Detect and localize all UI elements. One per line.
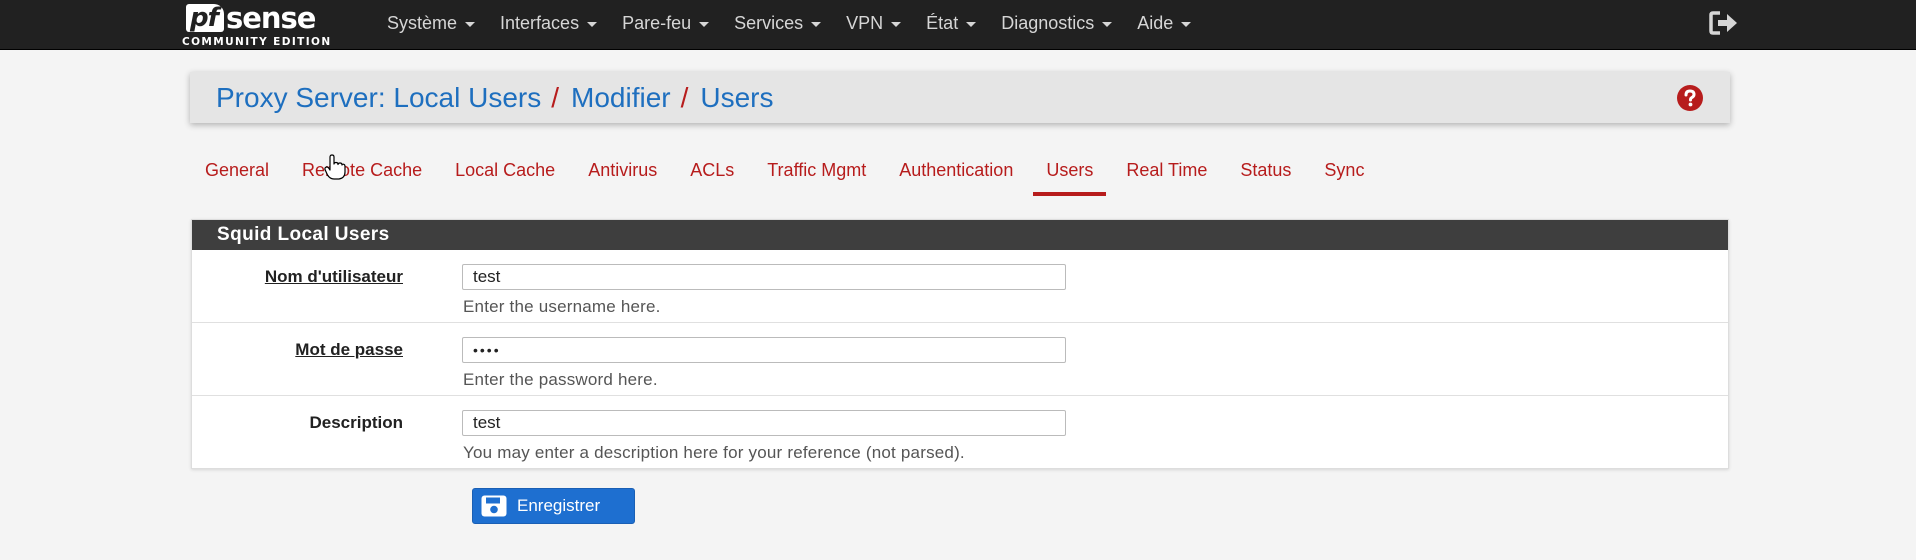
nav-aide-label: Aide: [1137, 12, 1174, 33]
description-label: Description: [309, 413, 403, 432]
username-help-text: Enter the username here.: [463, 297, 661, 316]
description-help-text: You may enter a description here for you…: [463, 443, 965, 462]
top-navbar: pf sense COMMUNITY EDITION Système Inter…: [0, 0, 1916, 50]
logo-wordmark: pf sense: [186, 1, 317, 35]
squid-local-users-panel: Squid Local Users Nom d'utilisateur Ente…: [191, 219, 1729, 469]
breadcrumb-separator: /: [680, 81, 689, 113]
tab-traffic-mgmt[interactable]: Traffic Mgmt: [754, 150, 879, 198]
nav-etat-label: État: [926, 12, 959, 33]
question-circle-icon[interactable]: [1677, 85, 1703, 111]
tab-local-cache[interactable]: Local Cache: [442, 150, 568, 198]
password-input[interactable]: [462, 337, 1066, 363]
caret-down-icon: [966, 21, 977, 27]
main-menu: Système Interfaces Pare-feu Services VPN…: [375, 0, 1204, 46]
tab-users[interactable]: Users: [1033, 150, 1107, 198]
password-help-text: Enter the password here.: [463, 370, 658, 389]
tab-sync[interactable]: Sync: [1311, 150, 1377, 198]
logo-sense-text: sense: [225, 1, 317, 35]
breadcrumb: Proxy Server: Local Users / Modifier / U…: [190, 72, 1730, 123]
tab-remote-cache[interactable]: Remote Cache: [289, 150, 435, 198]
tab-acls[interactable]: ACLs: [677, 150, 747, 198]
panel-title: Squid Local Users: [192, 220, 1728, 250]
nav-services[interactable]: Services: [722, 0, 834, 46]
nav-systeme-label: Système: [387, 12, 458, 33]
breadcrumb-separator: /: [551, 81, 559, 113]
nav-services-label: Services: [734, 12, 804, 33]
tab-authentication[interactable]: Authentication: [886, 150, 1026, 198]
caret-down-icon: [587, 21, 598, 27]
caret-down-icon: [465, 21, 476, 27]
tab-status[interactable]: Status: [1227, 150, 1304, 198]
nav-etat[interactable]: État: [914, 0, 989, 46]
nav-systeme[interactable]: Système: [375, 0, 488, 46]
pfsense-logo[interactable]: pf sense COMMUNITY EDITION: [182, 2, 357, 48]
breadcrumb-proxy-local-users[interactable]: Proxy Server: Local Users: [216, 82, 541, 114]
username-row: Nom d'utilisateur Enter the username her…: [192, 250, 1728, 323]
description-row: Description You may enter a description …: [192, 396, 1728, 469]
tab-antivirus[interactable]: Antivirus: [575, 150, 670, 198]
breadcrumb-users[interactable]: Users: [700, 82, 773, 114]
nav-diagnostics[interactable]: Diagnostics: [989, 0, 1125, 46]
breadcrumb-modifier[interactable]: Modifier: [571, 82, 671, 114]
nav-diagnostics-label: Diagnostics: [1001, 12, 1095, 33]
caret-down-icon: [1181, 21, 1192, 27]
caret-down-icon: [699, 21, 710, 27]
caret-down-icon: [1102, 21, 1113, 27]
sign-out-icon[interactable]: [1708, 10, 1740, 36]
save-button-label: Enregistrer: [517, 496, 601, 515]
username-label: Nom d'utilisateur: [264, 267, 403, 286]
nav-pare-feu-label: Pare-feu: [622, 12, 692, 33]
password-row: Mot de passe Enter the password here.: [192, 323, 1728, 396]
save-icon: [481, 495, 507, 517]
logo-edition-text: COMMUNITY EDITION: [182, 36, 332, 48]
nav-interfaces-label: Interfaces: [500, 12, 580, 33]
tab-real-time[interactable]: Real Time: [1113, 150, 1220, 198]
nav-pare-feu[interactable]: Pare-feu: [610, 0, 722, 46]
password-label: Mot de passe: [295, 340, 403, 359]
tab-general[interactable]: General: [192, 150, 282, 198]
caret-down-icon: [891, 21, 902, 27]
logo-pf-text: pf: [186, 4, 224, 32]
package-tabs: General Remote Cache Local Cache Antivir…: [192, 150, 1384, 198]
description-input[interactable]: [462, 410, 1066, 436]
nav-vpn-label: VPN: [846, 12, 884, 33]
caret-down-icon: [811, 21, 822, 27]
nav-vpn[interactable]: VPN: [834, 0, 914, 46]
username-input[interactable]: [462, 264, 1066, 290]
save-button[interactable]: Enregistrer: [472, 488, 635, 524]
nav-aide[interactable]: Aide: [1125, 0, 1204, 46]
nav-interfaces[interactable]: Interfaces: [488, 0, 610, 46]
